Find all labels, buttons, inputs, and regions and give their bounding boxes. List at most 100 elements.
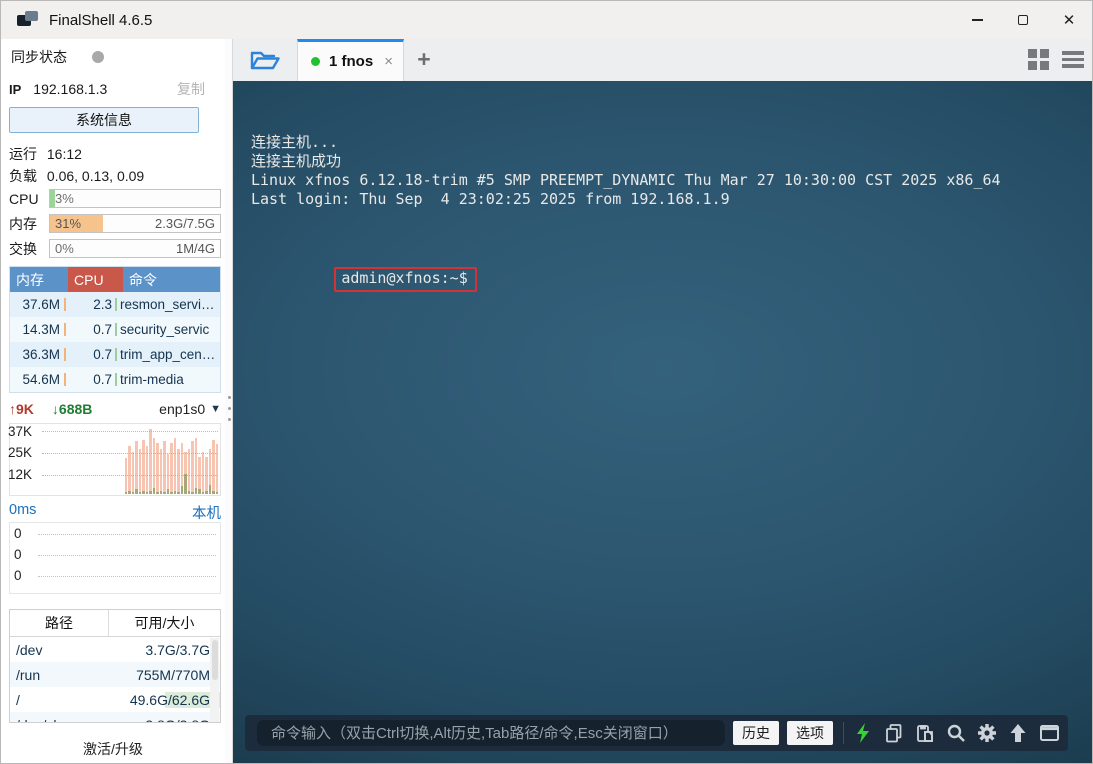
network-bar	[198, 456, 201, 494]
network-chart: 37K 25K 12K	[8, 423, 221, 496]
process-col-command[interactable]: 命令	[123, 267, 220, 292]
ip-value: 192.168.1.3	[33, 81, 108, 97]
network-bar	[128, 445, 131, 494]
swap-usage: 1M/4G	[175, 241, 215, 256]
new-tab-button[interactable]: +	[411, 46, 437, 72]
search-icon	[947, 724, 965, 742]
search-button[interactable]	[945, 722, 967, 744]
process-col-memory[interactable]: 内存	[10, 267, 68, 292]
activate-upgrade-link[interactable]: 激活/升级	[1, 739, 225, 759]
layout-grid-icon[interactable]	[1028, 49, 1050, 70]
network-bar	[170, 442, 173, 494]
fullscreen-button[interactable]	[1038, 722, 1060, 744]
process-row[interactable]: 14.3M 0.7 security_servic	[10, 317, 220, 342]
ping-target[interactable]: 本机	[192, 502, 221, 523]
finalshell-window: FinalShell 4.6.5 ✕ 同步状态 IP 192.168.1.3 复…	[0, 0, 1093, 764]
sync-status-dot	[92, 51, 104, 63]
window-title: FinalShell 4.6.5	[49, 11, 153, 29]
terminal-line: Last login: Thu Sep 4 23:02:25 2025 from…	[251, 190, 730, 208]
system-info-button[interactable]: 系统信息	[9, 107, 199, 133]
copy-button[interactable]	[883, 722, 905, 744]
disk-row[interactable]: /run 755M/770M	[10, 662, 220, 687]
disk-row[interactable]: /dev/shm3.8G/3.8G	[10, 712, 220, 722]
terminal[interactable]: 连接主机... 连接主机成功 Linux xfnos 6.12.18-trim #5…	[233, 81, 1092, 763]
ping-ytick-2: 0	[14, 547, 22, 562]
copy-ip-link[interactable]: 复制	[177, 79, 205, 99]
net-ytick-37k: 37K	[8, 424, 33, 439]
process-row[interactable]: 36.3M 0.7 trim_app_cen…	[10, 342, 220, 367]
titlebar: FinalShell 4.6.5 ✕	[1, 1, 1092, 39]
load-value: 0.06, 0.13, 0.09	[46, 168, 145, 184]
terminal-output: 连接主机... 连接主机成功 Linux xfnos 6.12.18-trim #5…	[251, 133, 1001, 209]
tabbar: 1 fnos × +	[233, 39, 1092, 81]
upload-arrow-icon	[1010, 724, 1026, 742]
disk-col-path[interactable]: 路径	[10, 610, 109, 636]
network-bar	[191, 441, 194, 494]
swap-label: 交换	[9, 240, 37, 257]
minimize-button[interactable]	[954, 1, 1000, 39]
disk-scrollbar[interactable]	[210, 638, 219, 722]
tab-status-dot	[311, 57, 320, 66]
disk-row[interactable]: /49.6G/62.6G	[10, 687, 220, 712]
chevron-down-icon: ▼	[210, 403, 221, 415]
cpu-meter: 3%	[49, 189, 221, 208]
network-bar	[138, 448, 141, 494]
terminal-line: 连接主机成功	[251, 152, 342, 170]
gear-icon	[978, 724, 996, 742]
terminal-prompt[interactable]: admin@xfnos:~$	[334, 267, 477, 292]
sidebar: 同步状态 IP 192.168.1.3 复制 系统信息 运行 16:12 负载 …	[1, 39, 225, 763]
close-button[interactable]: ✕	[1046, 1, 1092, 39]
quick-command-button[interactable]	[852, 722, 874, 744]
sync-status-label: 同步状态	[11, 49, 67, 65]
maximize-button[interactable]	[1000, 1, 1046, 39]
tab-close-icon[interactable]: ×	[384, 53, 393, 70]
folder-icon	[250, 51, 280, 69]
uptime-value: 16:12	[46, 146, 82, 162]
options-button[interactable]: 选项	[787, 721, 833, 745]
network-bar	[177, 448, 180, 494]
disk-table: 路径 可用/大小 /dev 3.7G/3.7G/run 755M/770M/49.6…	[9, 609, 221, 723]
upload-button[interactable]	[1007, 722, 1029, 744]
copy-icon	[885, 723, 901, 742]
network-bar	[166, 453, 169, 494]
menu-icon[interactable]	[1062, 49, 1084, 70]
connection-manager-button[interactable]	[247, 45, 283, 75]
memory-meter: 31% 2.3G/7.5G	[49, 214, 221, 233]
main-area: 1 fnos × + 连接主机... 连接主机成功 Linux xfnos 6.12…	[233, 39, 1092, 763]
window-icon	[1039, 725, 1059, 741]
network-bar	[149, 428, 152, 494]
process-col-cpu[interactable]: CPU	[68, 267, 123, 292]
disk-row[interactable]: /dev 3.7G/3.7G	[10, 637, 220, 662]
network-bar	[187, 448, 190, 494]
tab-fnos[interactable]: 1 fnos ×	[297, 39, 404, 81]
memory-percent: 31%	[55, 216, 82, 231]
lightning-icon	[857, 723, 869, 743]
swap-percent: 0%	[55, 241, 74, 256]
ping-chart: 0 0 0	[9, 522, 221, 594]
cpu-label: CPU	[9, 190, 39, 207]
upload-rate: ↑9K	[9, 401, 34, 417]
disk-col-usage[interactable]: 可用/大小	[109, 613, 220, 633]
network-bar	[201, 452, 204, 494]
process-row[interactable]: 54.6M 0.7 trim-media	[10, 367, 220, 392]
terminal-line: 连接主机...	[251, 133, 339, 151]
cpu-percent: 3%	[55, 191, 74, 206]
network-bar	[145, 445, 148, 494]
network-bar	[124, 458, 127, 494]
process-row[interactable]: 37.6M 2.3 resmon_servi…	[10, 292, 220, 317]
network-bar	[159, 448, 162, 494]
network-bar	[180, 442, 183, 494]
network-bar	[131, 452, 134, 494]
history-button[interactable]: 历史	[733, 721, 779, 745]
command-bar: 历史 选项	[245, 715, 1068, 751]
network-bar	[194, 438, 197, 494]
interface-select[interactable]: enp1s0 ▼	[159, 401, 221, 417]
load-label: 负载	[9, 168, 37, 184]
network-bar	[152, 438, 155, 494]
paste-button[interactable]	[914, 722, 936, 744]
uptime-label: 运行	[9, 146, 37, 162]
settings-button[interactable]	[976, 722, 998, 744]
paste-icon	[916, 724, 933, 742]
command-input[interactable]	[257, 720, 725, 746]
network-bar	[163, 441, 166, 494]
